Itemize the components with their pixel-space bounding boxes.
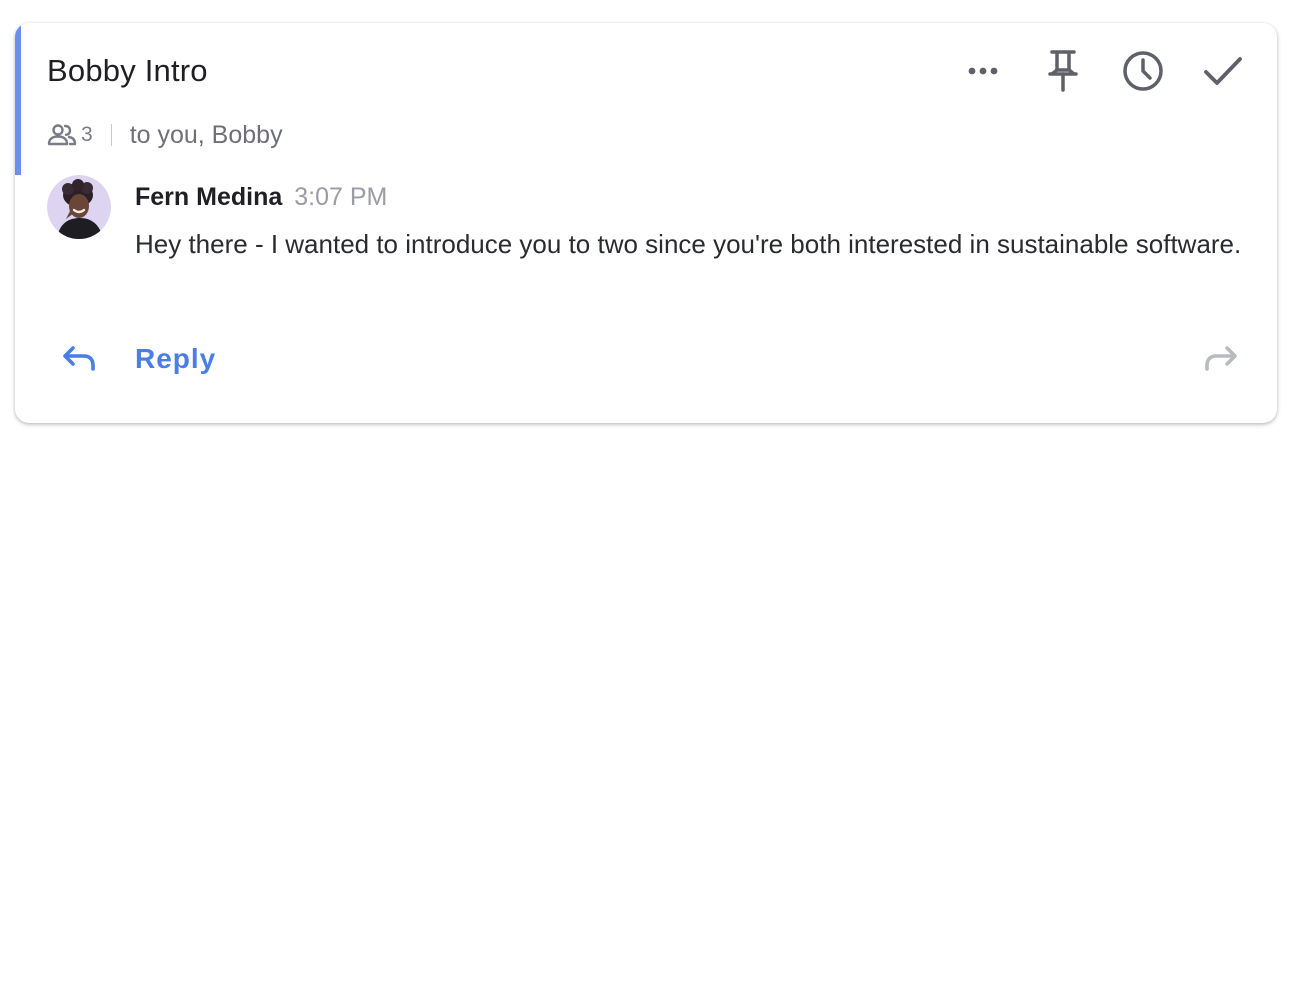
check-icon [1204,57,1242,85]
message-time: 3:07 PM [294,183,388,211]
forward-arrow-icon [1205,346,1237,371]
snooze-button[interactable] [1119,47,1167,95]
reply-button[interactable]: Reply [59,339,216,379]
avatar[interactable] [47,175,111,239]
thread-meta: 3 to you, Bobby [47,119,283,151]
mark-done-button[interactable] [1199,47,1247,95]
more-horizontal-icon [968,67,998,75]
thread-title: Bobby Intro [47,53,208,88]
thread-toolbar [959,47,1247,95]
sender-name[interactable]: Fern Medina [135,183,282,212]
meta-divider [110,124,112,146]
avatar-image [47,175,111,239]
pin-icon [1048,50,1078,92]
pin-button[interactable] [1039,47,1087,95]
participant-count: 3 [81,123,93,146]
message-body: Hey there - I wanted to introduce you to… [135,229,1242,259]
people-icon [47,124,77,146]
participants[interactable]: 3 [47,123,93,147]
more-button[interactable] [959,47,1007,95]
clock-icon [1123,51,1163,91]
forward-button[interactable] [1201,339,1241,379]
message-header: Fern Medina 3:07 PM [135,183,387,212]
recipients: to you, Bobby [129,120,283,149]
unread-accent-bar [15,23,21,175]
reply-label: Reply [135,343,217,374]
reply-arrow-icon [59,339,99,379]
thread-card: Bobby Intro 3 to you, Bobby Fern Medina … [15,23,1277,423]
